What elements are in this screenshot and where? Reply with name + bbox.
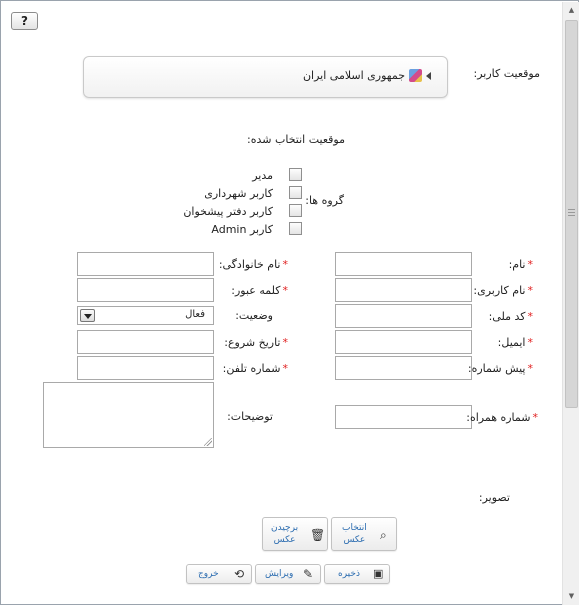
group-checkbox-counter-office[interactable] bbox=[289, 204, 302, 217]
mobile-input[interactable] bbox=[335, 405, 472, 429]
help-button[interactable]: ? bbox=[11, 12, 38, 30]
national-code-label: *کد ملی: bbox=[488, 310, 533, 323]
description-textarea[interactable] bbox=[43, 382, 214, 448]
save-label: ذخیره bbox=[338, 569, 360, 579]
vertical-scrollbar[interactable]: ▲ ▼ bbox=[562, 2, 579, 605]
password-label: *کلمه عبور: bbox=[231, 284, 288, 297]
email-label: *ایمیل: bbox=[497, 336, 533, 349]
expand-arrow-icon[interactable] bbox=[426, 71, 431, 80]
start-date-label: *تاریخ شروع: bbox=[224, 336, 288, 349]
first-name-input[interactable] bbox=[335, 252, 472, 276]
scrollbar-grip-icon bbox=[568, 209, 575, 216]
last-name-input[interactable] bbox=[77, 252, 214, 276]
save-button[interactable]: ▣ ذخیره bbox=[324, 564, 390, 584]
scroll-up-icon[interactable]: ▲ bbox=[564, 3, 579, 18]
status-select[interactable]: فعال bbox=[77, 306, 214, 325]
start-date-input[interactable] bbox=[77, 330, 214, 354]
prefix-label: *پیش شماره: bbox=[467, 362, 533, 375]
chevron-down-icon[interactable] bbox=[80, 309, 95, 322]
last-name-label: *نام خانوادگی: bbox=[218, 258, 288, 271]
group-checkbox-admin[interactable] bbox=[289, 168, 302, 181]
pencil-icon: ✎ bbox=[303, 567, 314, 581]
edit-label: ویرایش bbox=[265, 569, 294, 579]
scrollbar-thumb[interactable] bbox=[565, 20, 578, 408]
location-breadcrumb[interactable]: جمهوری اسلامی ایران bbox=[303, 69, 431, 82]
select-photo-button[interactable]: ⌕ انتخاب عکس bbox=[331, 517, 397, 551]
scroll-down-icon[interactable]: ▼ bbox=[564, 589, 579, 604]
save-icon: ▣ bbox=[373, 567, 384, 580]
edit-button[interactable]: ✎ ویرایش bbox=[255, 564, 321, 584]
status-label: وضعیت: bbox=[235, 309, 273, 322]
first-name-label: *نام: bbox=[508, 258, 533, 271]
trash-icon: 🗑 bbox=[310, 528, 326, 542]
group-checkbox-system-admin[interactable] bbox=[289, 222, 302, 235]
flag-icon bbox=[409, 69, 422, 82]
phone-label: *شماره تلفن: bbox=[222, 362, 288, 375]
location-name[interactable]: جمهوری اسلامی ایران bbox=[303, 69, 405, 82]
national-code-input[interactable] bbox=[335, 304, 472, 328]
search-icon: ⌕ bbox=[380, 528, 387, 542]
status-select-value: فعال bbox=[185, 309, 205, 320]
selected-location-label: موقعیت انتخاب شده: bbox=[247, 133, 345, 146]
phone-input[interactable] bbox=[77, 356, 214, 380]
remove-photo-button[interactable]: 🗑 برچیدن عکس bbox=[262, 517, 328, 551]
password-input[interactable] bbox=[77, 278, 214, 302]
group-label-municipality: کاربر شهرداری bbox=[204, 187, 273, 200]
groups-label: گروه ها: bbox=[305, 194, 344, 207]
username-label: *نام کاربری: bbox=[473, 284, 533, 297]
group-label-admin: مدیر bbox=[252, 169, 273, 182]
user-location-label: موقعیت کاربر: bbox=[473, 67, 541, 80]
exit-label: خروج bbox=[198, 569, 219, 579]
mobile-label: *شماره همراه: bbox=[466, 411, 538, 424]
username-input[interactable] bbox=[335, 278, 472, 302]
group-label-counter-office: کاربر دفتر پیشخوان bbox=[183, 205, 273, 218]
group-label-system-admin: کاربر Admin bbox=[211, 223, 273, 236]
email-input[interactable] bbox=[335, 330, 472, 354]
exit-icon: ⟲ bbox=[234, 567, 245, 581]
prefix-input[interactable] bbox=[335, 356, 472, 380]
image-label: تصویر: bbox=[478, 491, 510, 504]
group-checkbox-municipality[interactable] bbox=[289, 186, 302, 199]
exit-button[interactable]: ⟲ خروج bbox=[186, 564, 252, 584]
location-box[interactable]: جمهوری اسلامی ایران bbox=[83, 56, 448, 98]
select-photo-label: انتخاب عکس bbox=[342, 523, 367, 545]
dialog-frame: ? ▲ ▼ موقعیت کاربر: جمهوری اسلامی ایران … bbox=[0, 0, 579, 605]
description-label: توضیحات: bbox=[227, 410, 273, 423]
resize-grip-icon[interactable] bbox=[204, 438, 212, 446]
remove-photo-label: برچیدن عکس bbox=[271, 523, 299, 545]
